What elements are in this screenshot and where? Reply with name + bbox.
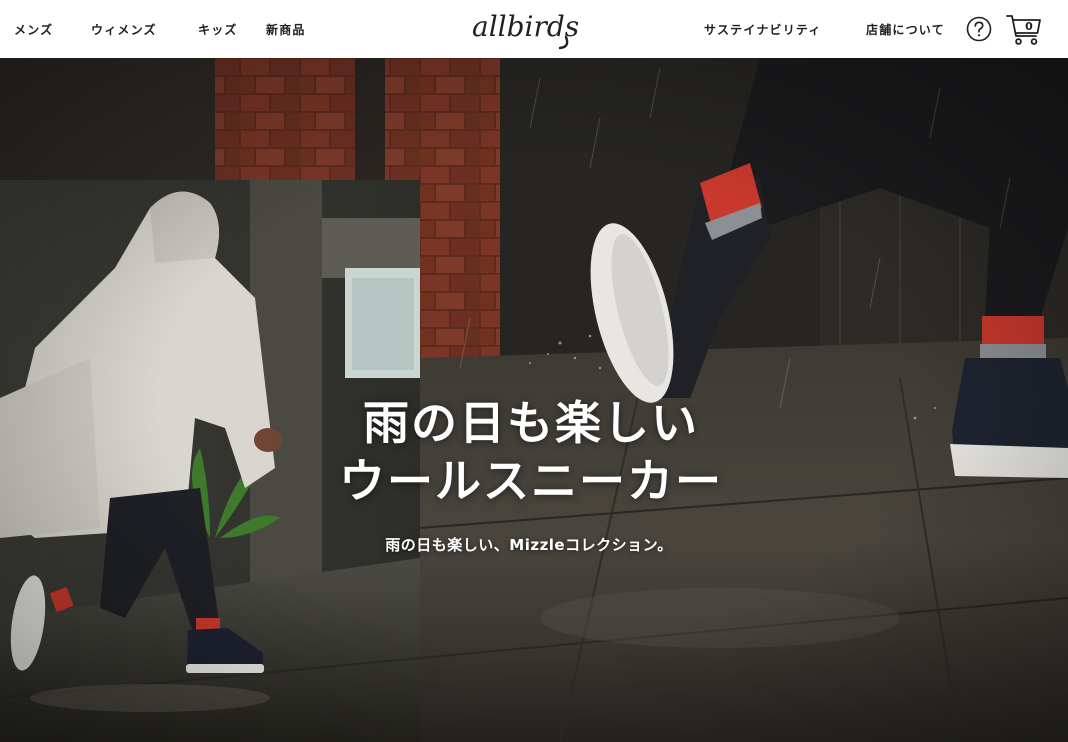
hero-subtitle: 雨の日も楽しい、Mizzleコレクション。 [385, 536, 673, 554]
nav-sustainability[interactable]: サステイナビリティ [704, 21, 822, 38]
hero-title-line-2: ウールスニーカー [339, 454, 723, 508]
site-header: メンズ ウィメンズ キッズ 新商品 allbirds サステイナビリティ 店舗に… [0, 0, 1068, 58]
cart-button[interactable]: 0 [1006, 13, 1042, 47]
svg-text:allbirds: allbirds [472, 10, 579, 43]
hero-banner[interactable]: 雨の日も楽しい ウールスニーカー 雨の日も楽しい、Mizzleコレクション。 [0, 58, 1068, 742]
nav-mens[interactable]: メンズ [14, 21, 53, 38]
nav-kids[interactable]: キッズ [198, 21, 238, 38]
allbirds-logo[interactable]: allbirds [470, 6, 594, 50]
hero-title: 雨の日も楽しい ウールスニーカー [0, 394, 1062, 510]
question-circle-icon [966, 16, 992, 42]
nav-womens[interactable]: ウィメンズ [91, 21, 157, 38]
help-button[interactable] [966, 16, 992, 42]
nav-new-arrivals[interactable]: 新商品 [266, 21, 306, 38]
cart-count-badge: 0 [1025, 20, 1033, 33]
hero-title-line-1: 雨の日も楽しい [363, 396, 699, 450]
nav-stores[interactable]: 店舗について [866, 21, 945, 38]
